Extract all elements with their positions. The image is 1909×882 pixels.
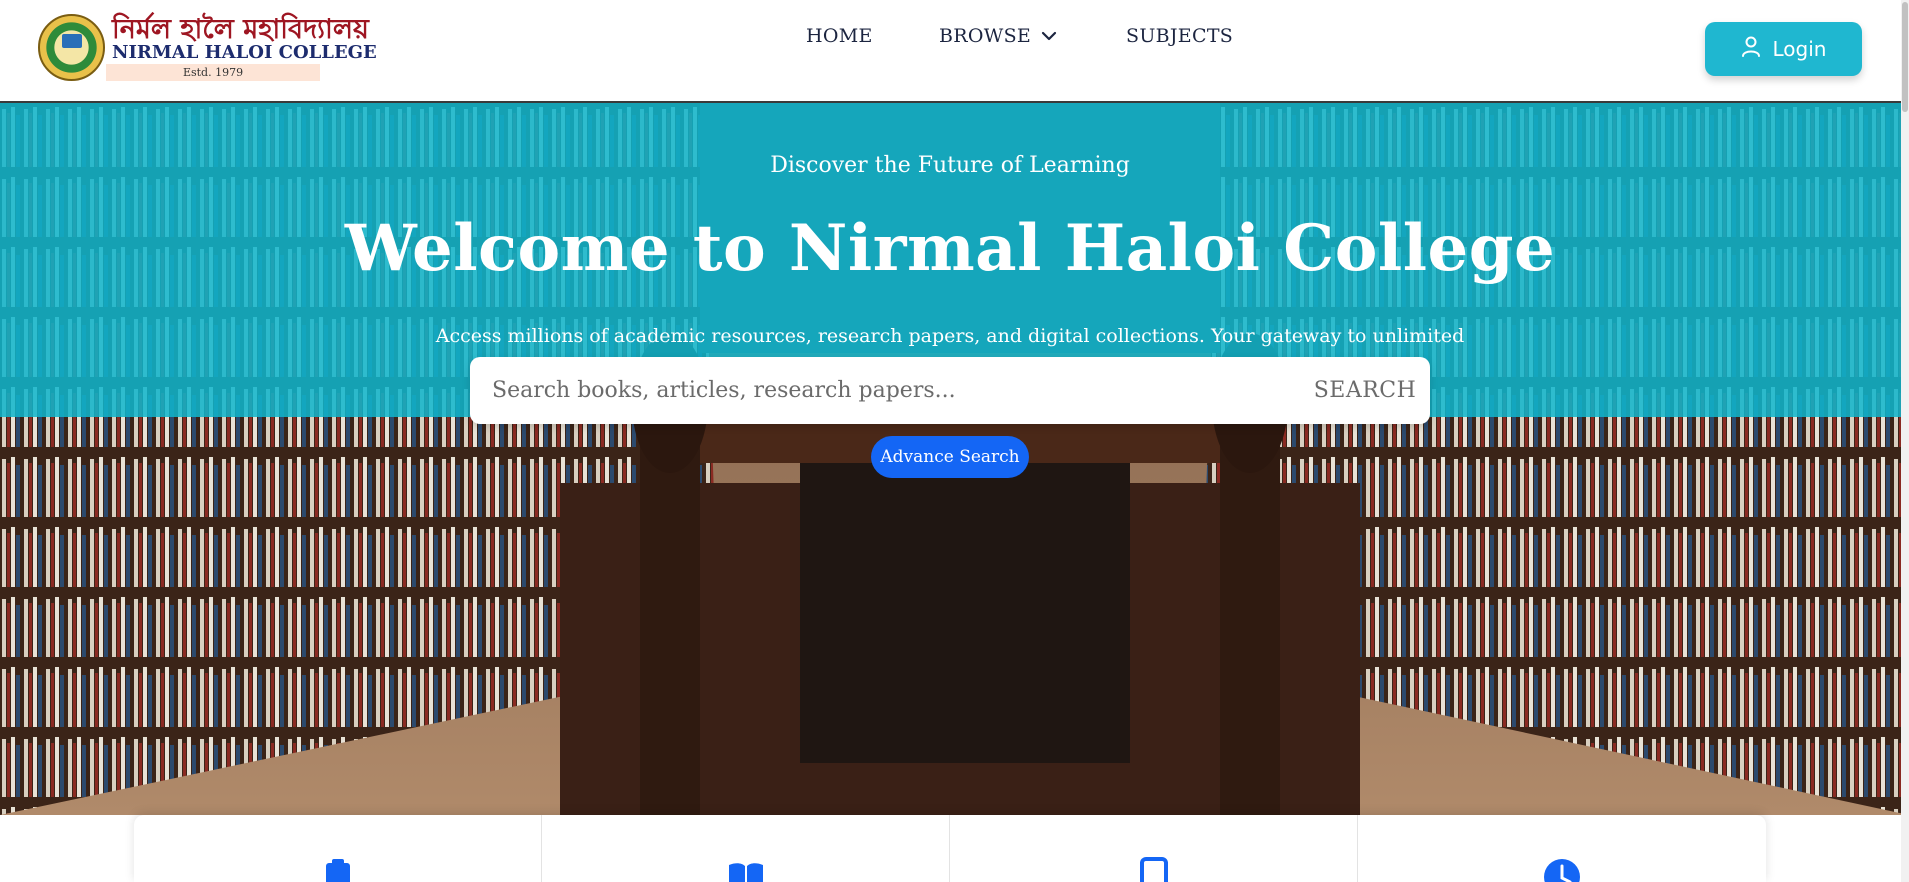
nav-browse-label: BROWSE	[939, 25, 1032, 47]
login-button[interactable]: Login	[1705, 22, 1862, 76]
site-header: নির্মল হালৈ মহাবিদ্যালয় NIRMAL HALOI CO…	[0, 0, 1909, 103]
logo-established: Estd. 1979	[106, 64, 320, 81]
nav-browse[interactable]: BROWSE	[939, 25, 1057, 47]
hero-description: Access millions of academic resources, r…	[435, 325, 1465, 347]
scrollbar-thumb[interactable]	[1902, 2, 1908, 112]
feature-card[interactable]	[542, 815, 950, 882]
chevron-down-icon	[1041, 31, 1057, 41]
search-button[interactable]: SEARCH	[1310, 357, 1420, 424]
tablet-icon	[1140, 857, 1168, 882]
features-row	[134, 815, 1766, 882]
book-open-icon	[729, 863, 763, 882]
clock-icon	[1544, 859, 1580, 882]
feature-card[interactable]	[950, 815, 1358, 882]
search-input[interactable]	[492, 357, 1252, 424]
nav-subjects[interactable]: SUBJECTS	[1126, 25, 1233, 47]
college-seal-icon	[38, 14, 105, 81]
feature-card[interactable]	[134, 815, 542, 882]
user-icon	[1741, 36, 1761, 63]
search-box: SEARCH	[470, 357, 1430, 424]
clipboard-icon	[326, 859, 350, 882]
hero-section: Discover the Future of Learning Welcome …	[0, 103, 1909, 815]
hero-tagline: Discover the Future of Learning	[770, 153, 1130, 178]
feature-card[interactable]	[1358, 815, 1766, 882]
page-scrollbar[interactable]	[1901, 0, 1909, 882]
hero-title: Welcome to Nirmal Haloi College	[344, 211, 1556, 286]
nav-home[interactable]: HOME	[806, 25, 873, 47]
college-logo[interactable]: নির্মল হালৈ মহাবিদ্যালয় NIRMAL HALOI CO…	[38, 14, 377, 81]
advance-search-button[interactable]: Advance Search	[871, 436, 1029, 478]
logo-english-name: NIRMAL HALOI COLLEGE	[112, 42, 377, 63]
login-label: Login	[1772, 37, 1827, 61]
